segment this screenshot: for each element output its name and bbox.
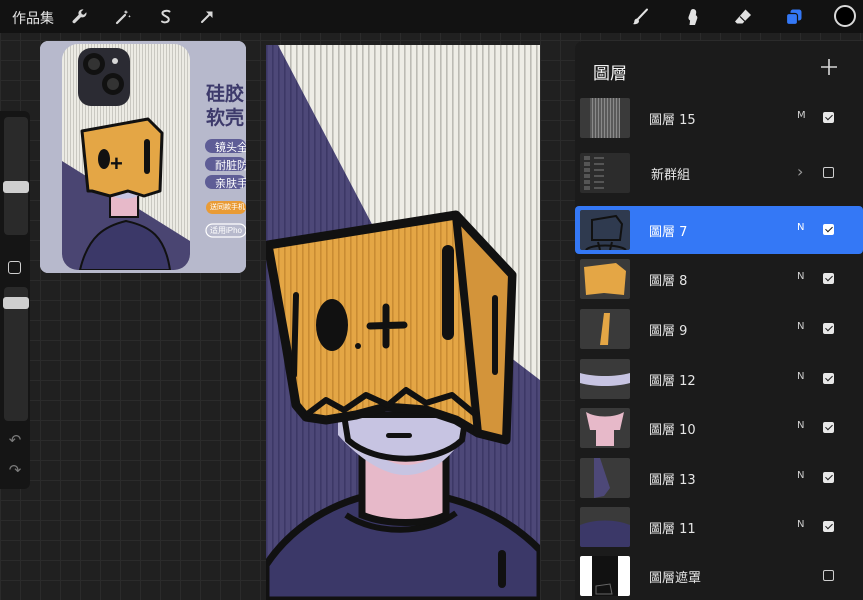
- layer-row[interactable]: 圖層 12 N: [575, 355, 863, 403]
- layers-panel-title: 圖層: [593, 64, 627, 84]
- layer-visibility-checkbox[interactable]: [823, 422, 834, 433]
- layer-mask-thumbnail: [580, 556, 630, 596]
- layers-panel: 圖層 圖層 15 M 新群組 › 圖層 7 N 圖層 8 N 圖層 9 N 圖層…: [575, 41, 863, 600]
- brush-icon[interactable]: [629, 6, 651, 28]
- wrench-icon[interactable]: [69, 6, 91, 28]
- reference-tag-1: 送同款手机: [210, 204, 245, 211]
- color-picker-swatch[interactable]: [834, 5, 856, 27]
- blend-mode-button[interactable]: N: [797, 222, 804, 233]
- svg-text:+: +: [110, 151, 123, 176]
- layer-row[interactable]: 圖層 9 N: [575, 305, 863, 353]
- layer-thumbnail: [580, 507, 630, 547]
- layer-group-name: 新群組: [651, 168, 691, 183]
- top-toolbar: 作品集: [0, 0, 863, 33]
- blend-mode-button[interactable]: M: [797, 110, 806, 121]
- layer-row[interactable]: 圖層 10 N: [575, 404, 863, 452]
- layer-visibility-checkbox[interactable]: [823, 224, 834, 235]
- drawing-canvas[interactable]: [266, 45, 540, 600]
- layer-name: 圖層 7: [649, 225, 688, 240]
- layer-name: 圖層 11: [649, 522, 696, 537]
- blend-mode-button[interactable]: N: [797, 470, 804, 481]
- layer-mask-row[interactable]: 圖層遮罩: [575, 552, 863, 600]
- layer-thumbnail: [580, 210, 630, 250]
- magic-wand-icon[interactable]: [112, 6, 134, 28]
- layer-name: 圖層 13: [649, 473, 696, 488]
- layer-thumbnail: [580, 98, 630, 138]
- layer-visibility-checkbox[interactable]: [823, 472, 834, 483]
- layer-row-active[interactable]: 圖層 7 N: [575, 206, 863, 254]
- blend-mode-button[interactable]: N: [797, 420, 804, 431]
- layer-visibility-checkbox[interactable]: [823, 273, 834, 284]
- layer-visibility-checkbox[interactable]: [823, 373, 834, 384]
- layer-visibility-checkbox[interactable]: [823, 323, 834, 334]
- eraser-icon[interactable]: [732, 6, 754, 28]
- layer-row[interactable]: 圖層 8 N: [575, 255, 863, 303]
- layer-visibility-checkbox[interactable]: [823, 112, 834, 123]
- layer-visibility-checkbox[interactable]: [823, 521, 834, 532]
- layer-row[interactable]: 圖層 15 M: [575, 94, 863, 142]
- transform-arrow-icon[interactable]: [196, 6, 218, 28]
- layer-name: 圖層 10: [649, 423, 696, 438]
- layer-group-thumbnail: [580, 153, 630, 193]
- brush-size-slider[interactable]: [3, 117, 29, 235]
- layer-row[interactable]: 圖層 13 N: [575, 454, 863, 502]
- reference-headline-1: 硅胶: [206, 84, 245, 105]
- smudge-icon[interactable]: [681, 6, 703, 28]
- layer-name: 圖層 9: [649, 324, 688, 339]
- chevron-right-icon[interactable]: ›: [797, 162, 803, 181]
- selection-icon[interactable]: [155, 6, 177, 28]
- layer-name: 圖層遮罩: [649, 571, 702, 586]
- modifier-button[interactable]: [8, 261, 21, 274]
- blend-mode-button[interactable]: N: [797, 321, 804, 332]
- reference-headline-2: 软壳: [206, 108, 245, 129]
- reference-pill-2: 耐脏防: [215, 160, 246, 172]
- reference-tag-2: 适用iPho: [210, 226, 243, 235]
- layer-name: 圖層 8: [649, 274, 688, 289]
- blend-mode-button[interactable]: N: [797, 371, 804, 382]
- layer-thumbnail: [580, 408, 630, 448]
- brush-size-knob[interactable]: [3, 181, 29, 193]
- reference-pill-1: 镜头全: [215, 142, 246, 154]
- blend-mode-button[interactable]: N: [797, 519, 804, 530]
- layer-row[interactable]: 圖層 11 N: [575, 503, 863, 551]
- redo-icon[interactable]: ↷: [6, 461, 24, 479]
- reference-image[interactable]: + 硅胶 软壳 镜头全 耐脏防 亲肤手 送同款手机 适用iPho: [40, 41, 246, 273]
- layer-thumbnail: [580, 309, 630, 349]
- layer-visibility-checkbox[interactable]: [823, 167, 834, 178]
- layer-visibility-checkbox[interactable]: [823, 570, 834, 581]
- layer-name: 圖層 15: [649, 113, 696, 128]
- undo-icon[interactable]: ↶: [6, 431, 24, 449]
- left-sidebar: ↶ ↷: [0, 111, 30, 489]
- layer-group-row[interactable]: 新群組 ›: [575, 149, 863, 197]
- add-layer-button[interactable]: [818, 56, 840, 78]
- gallery-button[interactable]: 作品集: [12, 8, 54, 28]
- layer-name: 圖層 12: [649, 374, 696, 389]
- layer-thumbnail: [580, 458, 630, 498]
- layer-thumbnail: [580, 359, 630, 399]
- opacity-slider[interactable]: [3, 287, 29, 421]
- opacity-knob[interactable]: [3, 297, 29, 309]
- layers-icon[interactable]: [783, 6, 805, 28]
- reference-pill-3: 亲肤手: [215, 178, 246, 190]
- layer-thumbnail: [580, 259, 630, 299]
- blend-mode-button[interactable]: N: [797, 271, 804, 282]
